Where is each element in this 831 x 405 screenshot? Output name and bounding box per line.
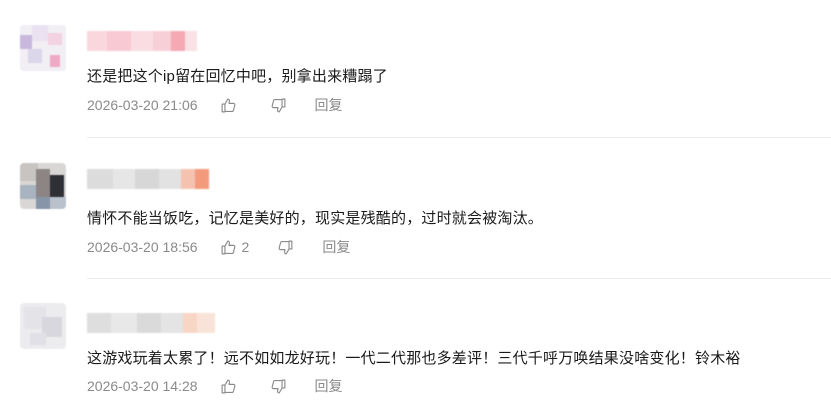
comment-text: 情怀不能当饭吃，记忆是美好的，现实是残酷的，过时就会被淘汰。: [87, 210, 544, 227]
reply-button[interactable]: 回复: [322, 237, 350, 257]
comment-time: 2026-03-20 14:28: [87, 378, 198, 394]
like-button[interactable]: 2: [220, 239, 250, 256]
username-blurred[interactable]: [87, 31, 237, 51]
like-icon: [221, 98, 235, 112]
comment-item: 这游戏玩着太累了！远不如如龙好玩！一代二代那也多差评！三代千呼万唤结果没啥变化！…: [0, 279, 831, 405]
comment-time: 2026-03-20 18:56: [87, 239, 198, 255]
avatar[interactable]: [20, 163, 66, 209]
username-blurred[interactable]: [87, 313, 237, 333]
dislike-button[interactable]: [270, 97, 287, 114]
comment-item: 还是把这个ip留在回忆中吧，别拿出来糟蹋了 2026-03-20 21:06 回…: [0, 0, 831, 138]
avatar[interactable]: [20, 303, 66, 349]
dislike-button[interactable]: [270, 378, 287, 395]
comment-text: 还是把这个ip留在回忆中吧，别拿出来糟蹋了: [87, 68, 388, 85]
comment-meta: 2026-03-20 18:56 2 回复: [87, 237, 350, 257]
username-blurred[interactable]: [87, 169, 237, 189]
dislike-icon: [278, 240, 293, 254]
dislike-icon: [271, 379, 285, 393]
comment-item: 情怀不能当饭吃，记忆是美好的，现实是残酷的，过时就会被淘汰。 2026-03-2…: [0, 138, 831, 279]
like-count: 2: [241, 239, 250, 255]
comment-text: 这游戏玩着太累了！远不如如龙好玩！一代二代那也多差评！三代千呼万唤结果没啥变化！…: [87, 350, 741, 367]
dislike-button[interactable]: [277, 239, 294, 256]
avatar[interactable]: [20, 25, 66, 71]
like-icon: [221, 240, 235, 254]
comment-time: 2026-03-20 21:06: [87, 97, 198, 113]
like-button[interactable]: [220, 378, 242, 395]
comment-meta: 2026-03-20 14:28 回复: [87, 376, 343, 396]
like-icon: [221, 379, 235, 393]
reply-button[interactable]: 回复: [315, 376, 343, 396]
dislike-icon: [271, 98, 285, 112]
reply-button[interactable]: 回复: [315, 95, 343, 115]
comment-meta: 2026-03-20 21:06 回复: [87, 95, 343, 115]
like-button[interactable]: [220, 97, 242, 114]
